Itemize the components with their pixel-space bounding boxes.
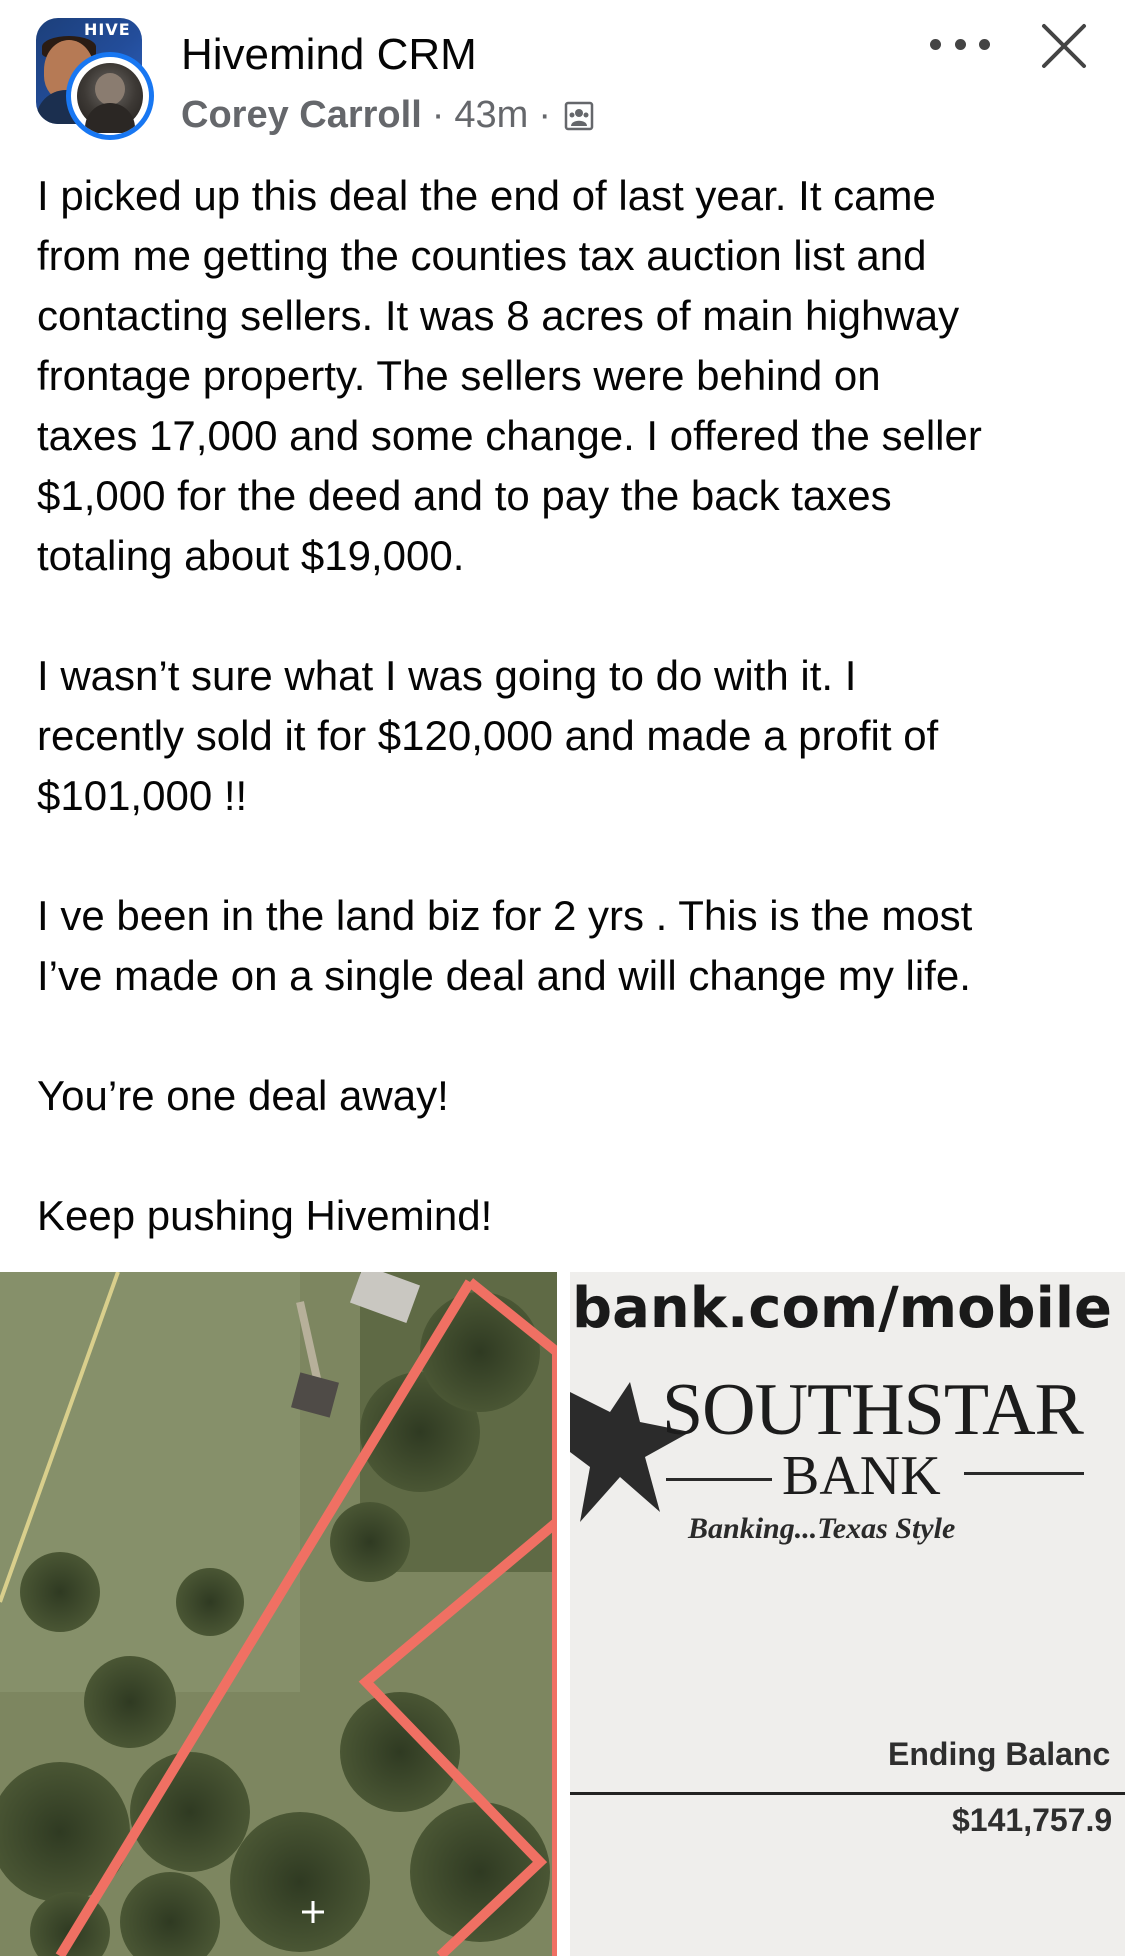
post-paragraph: Keep pushing Hivemind! — [37, 1192, 493, 1239]
post-paragraph: I picked up this deal the end of last ye… — [37, 172, 982, 579]
post-meta: Corey Carroll · 43m · — [181, 94, 595, 137]
more-options-button[interactable] — [930, 24, 990, 64]
photo-grid: bank.com/mobile SOUTHSTAR BANK Banking..… — [0, 1272, 1125, 1956]
post-header: HIVE Hivemind CRM Corey Carroll · 43m · — [0, 0, 1125, 150]
more-dots-icon — [930, 38, 941, 50]
bank-name: SOUTHSTAR — [662, 1369, 1084, 1451]
post-time[interactable]: 43m — [454, 94, 528, 137]
post-body: I picked up this deal the end of last ye… — [37, 166, 1097, 1246]
post-paragraph: I wasn’t sure what I was going to do wit… — [37, 652, 939, 819]
post-paragraph: You’re one deal away! — [37, 1072, 449, 1119]
author-avatar[interactable] — [66, 52, 154, 140]
meta-separator: · — [538, 94, 551, 136]
aerial-image — [0, 1272, 557, 1956]
meta-separator: · — [431, 94, 445, 136]
group-avatar-text: HIVE — [84, 20, 131, 39]
bank-subtitle: BANK — [782, 1445, 941, 1507]
ending-balance-label: Ending Balanc — [888, 1736, 1111, 1772]
group-name-link[interactable]: Hivemind CRM — [181, 30, 477, 80]
bank-url-text: bank.com/mobile — [572, 1276, 1113, 1341]
close-icon[interactable] — [1038, 20, 1090, 72]
post-paragraph: I ve been in the land biz for 2 yrs . Th… — [37, 892, 973, 999]
bank-statement-photo[interactable]: bank.com/mobile SOUTHSTAR BANK Banking..… — [570, 1272, 1125, 1956]
ending-balance-value: $141,757.9 — [952, 1802, 1113, 1838]
aerial-map-photo[interactable] — [0, 1272, 557, 1956]
author-name-link[interactable]: Corey Carroll — [181, 94, 422, 137]
bank-tagline: Banking...Texas Style — [688, 1512, 956, 1545]
group-photo-icon — [564, 101, 594, 130]
